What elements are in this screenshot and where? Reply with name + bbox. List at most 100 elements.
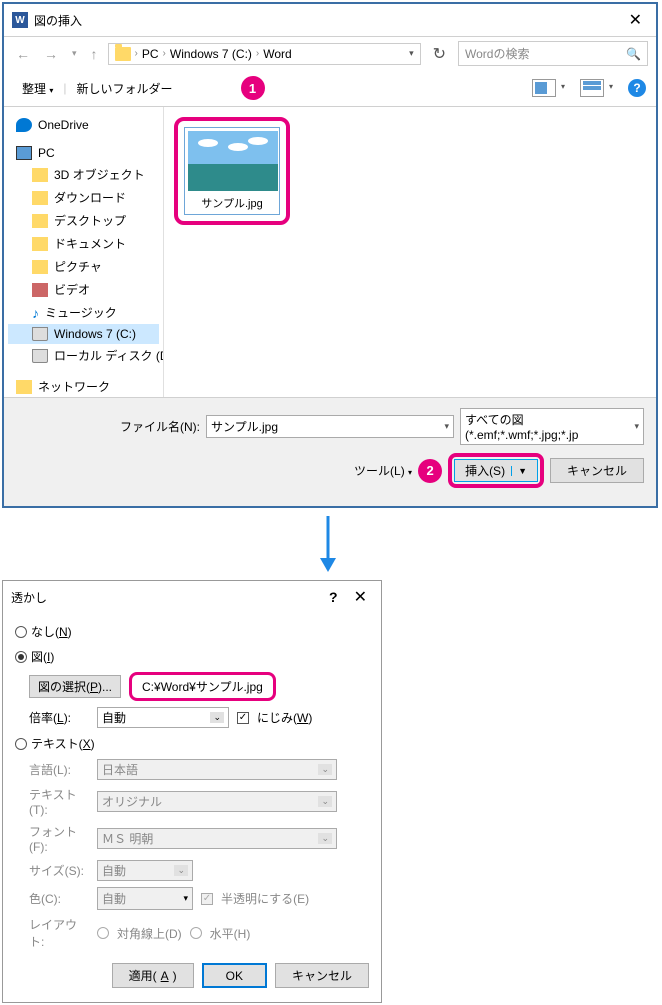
word-icon: W: [12, 12, 28, 28]
tree-item[interactable]: ネットワーク: [8, 375, 159, 397]
breadcrumb-seg[interactable]: PC: [142, 47, 159, 61]
tools-label[interactable]: ツール(L) ▾: [354, 462, 412, 479]
scale-combo[interactable]: 自動⌄: [97, 707, 229, 728]
filename-combo[interactable]: サンプル.jpg ▾: [206, 415, 454, 438]
radio-icon: [15, 651, 27, 663]
generic-icon: [32, 237, 48, 251]
tree-item[interactable]: デスクトップ: [8, 209, 159, 232]
tree-label: PC: [38, 146, 55, 160]
insert-dropdown[interactable]: ▼: [511, 466, 527, 476]
tree-label: Windows 7 (C:): [54, 327, 136, 341]
generic-icon: [32, 214, 48, 228]
size-combo: 自動⌄: [97, 860, 193, 881]
radio-icon: [190, 927, 202, 939]
radio-icon: [15, 626, 27, 638]
pc-icon: [16, 146, 32, 160]
folder-tree: OneDrive PC 3D オブジェクトダウンロードデスクトップドキュメントピクチ…: [4, 107, 164, 397]
up-button[interactable]: ↑: [87, 46, 102, 62]
select-picture-button[interactable]: 図の選択(P)...: [29, 675, 121, 698]
tree-item[interactable]: ダウンロード: [8, 186, 159, 209]
cancel-button[interactable]: キャンセル: [275, 963, 369, 988]
view-thumbnails-button[interactable]: [532, 79, 556, 97]
annotation-badge-2: 2: [418, 459, 442, 483]
tree-item[interactable]: ローカル ディスク (D: [8, 344, 159, 367]
help-button[interactable]: ?: [319, 589, 348, 605]
new-folder-button[interactable]: 新しいフォルダー: [69, 78, 181, 99]
watermark-dialog: 透かし ? ✕ なし(N) 図(I) 図の選択(P)... C:¥Word¥サン…: [2, 580, 382, 1003]
tree-label: ネットワーク: [38, 378, 110, 395]
option-picture[interactable]: 図(I): [15, 644, 369, 669]
onedrive-icon: [16, 118, 32, 132]
layout-label: レイアウト:: [29, 916, 89, 950]
tree-label: ビデオ: [54, 281, 90, 298]
forward-button[interactable]: →: [40, 46, 62, 62]
washout-label: にじみ(W): [257, 709, 312, 726]
search-placeholder: Wordの検索: [465, 45, 529, 62]
tree-label: ピクチャ: [54, 258, 102, 275]
font-combo: ＭＳ 明朝⌄: [97, 828, 337, 849]
drive-icon: [32, 327, 48, 341]
tree-label: 3D オブジェクト: [54, 166, 145, 183]
washout-checkbox[interactable]: ✓: [237, 712, 249, 724]
picture-path-highlight: C:¥Word¥サンプル.jpg: [129, 672, 276, 701]
tree-label: ドキュメント: [54, 235, 126, 252]
generic-icon: [32, 191, 48, 205]
dialog-title: 透かし: [11, 589, 47, 606]
generic-icon: [32, 260, 48, 274]
filename-label: ファイル名(N):: [120, 418, 200, 435]
tree-item[interactable]: Windows 7 (C:): [8, 324, 159, 344]
apply-button[interactable]: 適用(A): [112, 963, 194, 988]
tree-item[interactable]: ♪ ミュージック: [8, 301, 159, 324]
drive-icon: [32, 349, 48, 363]
file-list[interactable]: サンプル.jpg: [164, 107, 656, 397]
lang-combo: 日本語⌄: [97, 759, 337, 780]
recent-dropdown[interactable]: ▾: [68, 48, 81, 59]
toolbar: 整理 ▾ | 新しいフォルダー 1 ?: [4, 70, 656, 107]
tree-label: ミュージック: [45, 304, 117, 321]
option-text[interactable]: テキスト(X): [15, 731, 369, 756]
music-icon: ♪: [32, 305, 39, 321]
back-button[interactable]: ←: [12, 46, 34, 62]
tree-label: ダウンロード: [54, 189, 126, 206]
breadcrumb[interactable]: › PC › Windows 7 (C:) › Word ▾: [108, 43, 421, 65]
semitrans-checkbox: ✓: [201, 893, 213, 905]
tree-label: ローカル ディスク (D: [54, 347, 164, 364]
organize-button[interactable]: 整理 ▾: [14, 78, 61, 99]
breadcrumb-seg[interactable]: Windows 7 (C:): [170, 47, 252, 61]
option-none[interactable]: なし(N): [15, 619, 369, 644]
insert-button-highlight: 挿入(S) ▼: [448, 453, 544, 488]
generic-icon: [16, 380, 32, 394]
layout-horizontal: 水平(H): [210, 925, 251, 942]
generic-icon: [32, 168, 48, 182]
tree-item[interactable]: ドキュメント: [8, 232, 159, 255]
close-button[interactable]: ✕: [348, 587, 373, 607]
search-input[interactable]: Wordの検索 🔍: [458, 41, 648, 66]
scale-label: 倍率(L):: [29, 709, 89, 726]
insert-button[interactable]: 挿入(S) ▼: [454, 459, 538, 482]
color-label: 色(C):: [29, 890, 89, 907]
tree-item[interactable]: 3D オブジェクト: [8, 163, 159, 186]
cancel-button[interactable]: キャンセル: [550, 458, 644, 483]
file-thumbnail[interactable]: サンプル.jpg: [184, 127, 280, 215]
dialog-footer: ファイル名(N): サンプル.jpg ▾ すべての図 (*.emf;*.wmf;…: [4, 397, 656, 506]
tree-label: デスクトップ: [54, 212, 126, 229]
dialog-title: 図の挿入: [34, 12, 82, 29]
breadcrumb-seg[interactable]: Word: [263, 47, 291, 61]
search-icon: 🔍: [626, 47, 641, 61]
filter-combo[interactable]: すべての図 (*.emf;*.wmf;*.jpg;*.jp ▾: [460, 408, 644, 445]
view-details-button[interactable]: [580, 79, 604, 97]
tree-label: OneDrive: [38, 118, 89, 132]
semitrans-label: 半透明にする(E): [221, 890, 309, 907]
help-button[interactable]: ?: [628, 79, 646, 97]
thumbnail-image: [188, 131, 278, 191]
tree-item[interactable]: OneDrive: [8, 115, 159, 135]
title-bar: W 図の挿入 ✕: [4, 4, 656, 37]
color-combo: 自動▾: [97, 887, 193, 910]
refresh-button[interactable]: ↻: [427, 44, 452, 64]
tree-item[interactable]: ピクチャ: [8, 255, 159, 278]
text-combo: オリジナル⌄: [97, 791, 337, 812]
tree-item[interactable]: PC: [8, 143, 159, 163]
ok-button[interactable]: OK: [202, 963, 267, 988]
tree-item[interactable]: ビデオ: [8, 278, 159, 301]
close-button[interactable]: ✕: [623, 10, 648, 30]
